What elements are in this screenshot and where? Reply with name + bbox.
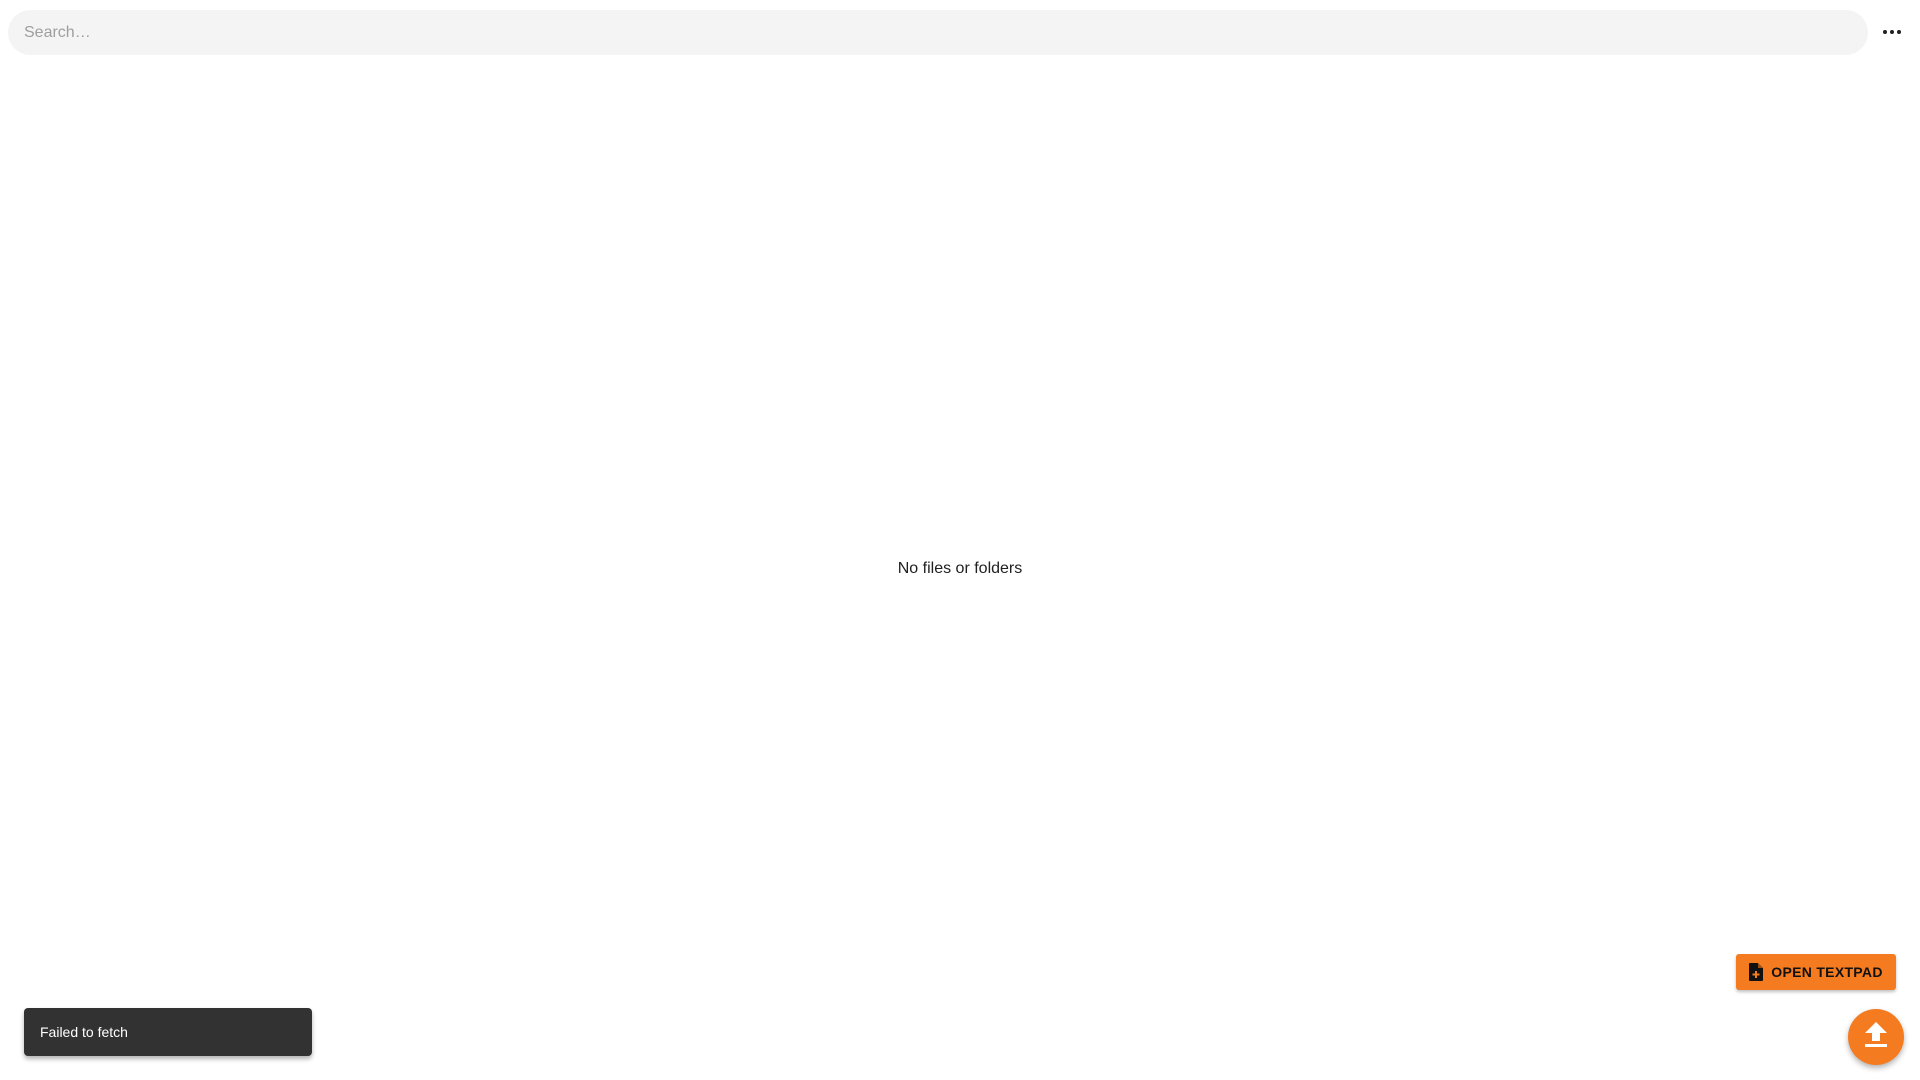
file-add-icon xyxy=(1749,963,1764,981)
open-textpad-button[interactable]: OPEN TEXTPAD xyxy=(1736,954,1896,990)
search-bar[interactable] xyxy=(8,10,1868,55)
more-horizontal-icon xyxy=(1883,30,1887,34)
open-textpad-label: OPEN TEXTPAD xyxy=(1771,964,1883,980)
empty-state-message: No files or folders xyxy=(897,560,1023,577)
snackbar-message: Failed to fetch xyxy=(40,1024,128,1040)
top-bar xyxy=(0,0,1920,64)
upload-button[interactable] xyxy=(1848,1009,1904,1065)
search-input[interactable] xyxy=(8,10,1868,55)
upload-icon xyxy=(1863,1021,1889,1054)
snackbar: Failed to fetch xyxy=(24,1008,312,1056)
more-options-button[interactable] xyxy=(1876,16,1908,48)
